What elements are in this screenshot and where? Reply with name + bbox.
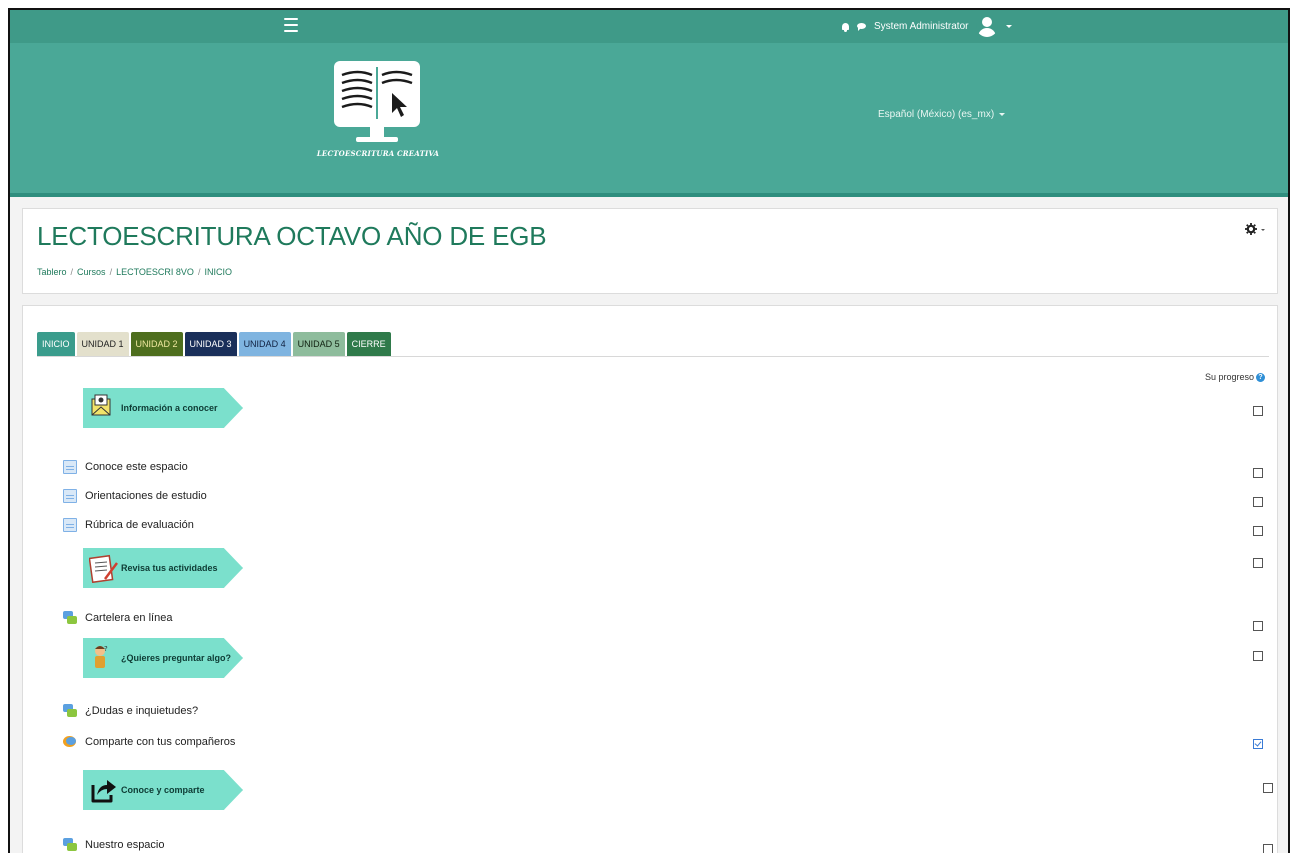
breadcrumb-cursos[interactable]: Cursos: [77, 267, 106, 277]
completion-checkbox-comparte[interactable]: [1253, 739, 1263, 749]
help-icon[interactable]: ?: [1256, 372, 1265, 382]
hamburger-menu-icon[interactable]: [284, 18, 298, 32]
forum-icon: [63, 838, 77, 852]
completion-checkbox-rubrica[interactable]: [1253, 526, 1263, 536]
forum-icon: [63, 704, 77, 718]
section-tabs: INICIO UNIDAD 1 UNIDAD 2 UNIDAD 3 UNIDAD…: [37, 332, 1269, 357]
label-revisa: Revisa tus actividades: [83, 548, 243, 588]
tab-unidad-4[interactable]: UNIDAD 4: [238, 332, 291, 356]
tab-unidad-2[interactable]: UNIDAD 2: [130, 332, 183, 356]
completion-checkbox-pregunta[interactable]: [1253, 651, 1263, 661]
page-icon: [63, 489, 77, 503]
completion-checkbox-cartelera[interactable]: [1253, 621, 1263, 631]
tab-inicio[interactable]: INICIO: [37, 332, 75, 356]
tab-cierre[interactable]: CIERRE: [346, 332, 391, 356]
chat-icon: [63, 735, 77, 749]
course-content: INICIO UNIDAD 1 UNIDAD 2 UNIDAD 3 UNIDAD…: [22, 305, 1278, 853]
message-icon[interactable]: [857, 23, 866, 31]
completion-checkbox-nuestro[interactable]: [1263, 844, 1273, 853]
label-conoce-comparte: Conoce y comparte: [83, 770, 243, 810]
progress-header: Su progreso ?: [1205, 372, 1265, 382]
activity-label: Conoce este espacio: [85, 461, 188, 473]
page-frame: System Administrator LECTOESCRITURA CREA…: [8, 8, 1290, 853]
completion-checkbox-conoce-comparte[interactable]: [1263, 783, 1273, 793]
activity-label: Nuestro espacio: [85, 839, 165, 851]
user-name[interactable]: System Administrator: [874, 21, 968, 32]
label-info: Información a conocer: [83, 388, 243, 428]
label-pregunta: ? ¿Quieres preguntar algo?: [83, 638, 243, 678]
share-arrow-icon: [89, 775, 116, 805]
user-menu-caret-icon[interactable]: [1006, 24, 1013, 28]
page-title: LECTOESCRITURA OCTAVO AÑO DE EGB: [37, 221, 547, 251]
breadcrumb-current[interactable]: INICIO: [204, 267, 232, 277]
tab-unidad-5[interactable]: UNIDAD 5: [292, 332, 345, 356]
bell-icon[interactable]: [842, 22, 849, 32]
label-pregunta-text: ¿Quieres preguntar algo?: [121, 653, 232, 663]
chevron-down-icon: [1261, 229, 1265, 231]
course-banner: LECTOESCRITURA CREATIVA Español (México)…: [10, 43, 1288, 197]
activity-comparte[interactable]: Comparte con tus compañeros: [63, 735, 235, 749]
site-logo[interactable]: LECTOESCRITURA CREATIVA: [304, 57, 452, 158]
info-picture-icon: [89, 393, 115, 423]
tab-unidad-3[interactable]: UNIDAD 3: [184, 332, 237, 356]
activity-label: ¿Dudas e inquietudes?: [85, 705, 199, 717]
question-person-picture-icon: ?: [89, 643, 115, 673]
gear-icon: [1245, 223, 1257, 235]
completion-checkbox-info[interactable]: [1253, 406, 1263, 416]
activity-label: Cartelera en línea: [85, 612, 173, 624]
breadcrumb-tablero[interactable]: Tablero: [37, 267, 67, 277]
activity-rubrica[interactable]: Rúbrica de evaluación: [63, 518, 194, 532]
avatar[interactable]: [976, 15, 999, 37]
tab-unidad-1[interactable]: UNIDAD 1: [76, 332, 129, 356]
label-info-text: Información a conocer: [121, 403, 218, 413]
course-settings-menu[interactable]: [1245, 223, 1265, 235]
activity-label: Orientaciones de estudio: [85, 490, 207, 502]
svg-text:?: ?: [104, 645, 108, 653]
logo-text: LECTOESCRITURA CREATIVA: [316, 149, 440, 158]
activity-orientaciones[interactable]: Orientaciones de estudio: [63, 489, 207, 503]
worksheet-picture-icon: [88, 553, 118, 584]
user-menu-area: System Administrator: [842, 14, 1013, 38]
course-header: LECTOESCRITURA OCTAVO AÑO DE EGB Tablero…: [22, 208, 1278, 294]
activity-label: Comparte con tus compañeros: [85, 736, 236, 748]
activity-cartelera[interactable]: Cartelera en línea: [63, 611, 172, 625]
completion-checkbox-orientaciones[interactable]: [1253, 497, 1263, 507]
book-logo-icon: [334, 61, 420, 142]
page-icon: [63, 518, 77, 532]
language-label: Español (México) (es_mx): [878, 109, 995, 120]
label-conoce-comparte-text: Conoce y comparte: [121, 785, 205, 795]
label-revisa-text: Revisa tus actividades: [121, 563, 218, 573]
activity-label: Rúbrica de evaluación: [85, 519, 194, 531]
breadcrumb-course[interactable]: LECTOESCRI 8VO: [116, 267, 194, 277]
chevron-down-icon: [999, 113, 1006, 116]
progress-label: Su progreso: [1204, 372, 1254, 382]
activity-dudas[interactable]: ¿Dudas e inquietudes?: [63, 704, 198, 718]
completion-checkbox-revisa[interactable]: [1253, 558, 1263, 568]
page-icon: [63, 460, 77, 474]
forum-icon: [63, 611, 77, 625]
breadcrumb: Tablero / Cursos / LECTOESCRI 8VO / INIC…: [37, 267, 232, 277]
activity-conoce-espacio[interactable]: Conoce este espacio: [63, 460, 188, 474]
completion-checkbox-conoce[interactable]: [1253, 468, 1263, 478]
activity-nuestro-espacio[interactable]: Nuestro espacio: [63, 838, 165, 852]
language-selector[interactable]: Español (México) (es_mx): [878, 109, 1006, 120]
top-navbar: System Administrator: [10, 10, 1288, 43]
